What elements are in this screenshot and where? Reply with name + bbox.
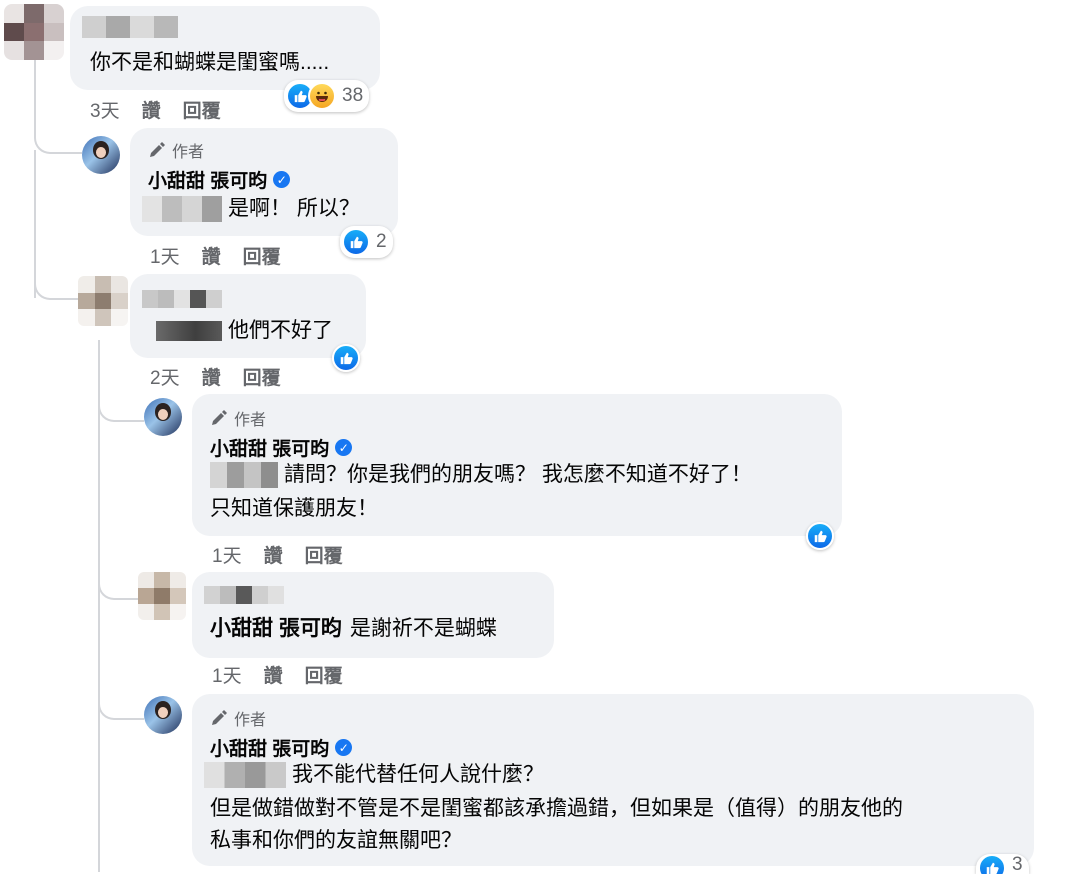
reply-button[interactable]: 回覆 — [183, 96, 221, 123]
comment-actions: 3天 讚 回覆 — [90, 96, 221, 123]
blurred-mention — [142, 195, 222, 222]
comment-text: 是啊！ 所以？ — [228, 197, 360, 220]
comment-bubble: 作者 小甜甜 張可昀 ✓ 我不能代替任何人說什麼？ 但是做錯做對不管是不是閨蜜都… — [192, 694, 1034, 866]
comment-text-row: 小甜甜 張可昀 是謝祈不是蝴蝶 — [210, 612, 497, 645]
comment-bubble: 你不是和蝴蝶是閨蜜嗎..... — [70, 6, 380, 90]
commenter-name[interactable]: 小甜甜 張可昀 ✓ — [210, 734, 353, 761]
thread-connector — [98, 680, 144, 720]
thread-line — [98, 340, 100, 872]
comment-text: 是謝祈不是蝴蝶 — [349, 617, 497, 640]
reply-button[interactable]: 回覆 — [243, 363, 281, 390]
like-button[interactable]: 讚 — [264, 661, 283, 688]
thread-connector — [98, 560, 138, 600]
timestamp[interactable]: 1天 — [212, 541, 242, 568]
reaction-summary[interactable] — [806, 522, 834, 550]
author-badge: 作者 — [210, 706, 266, 730]
verified-badge-icon: ✓ — [335, 439, 353, 456]
reaction-summary[interactable]: 2 — [340, 226, 393, 258]
blurred-name — [204, 586, 284, 604]
like-button[interactable]: 讚 — [142, 96, 161, 123]
comment-text: 他們不好了 — [228, 319, 333, 342]
comment-text: 但是做錯做對不管是不是閨蜜都該承擔過錯，但如果是（值得）的朋友他的 — [210, 797, 903, 820]
haha-icon — [308, 82, 336, 110]
commenter-name[interactable]: 小甜甜 張可昀 ✓ — [148, 166, 291, 193]
like-icon — [342, 228, 370, 256]
comment-text: 你不是和蝴蝶是閨蜜嗎..... — [90, 51, 330, 74]
blurred-name — [82, 16, 178, 38]
mention-link[interactable]: 小甜甜 張可昀 — [210, 612, 342, 645]
comment-text: 請問？你是我們的朋友嗎？ 我怎麼不知道不好了！ — [284, 463, 752, 486]
comment-text-row: 請問？你是我們的朋友嗎？ 我怎麼不知道不好了！ — [210, 458, 752, 491]
like-button[interactable]: 讚 — [264, 541, 283, 568]
reaction-summary[interactable] — [332, 344, 360, 372]
pencil-icon — [150, 142, 165, 157]
blurred-mention — [156, 320, 222, 341]
blurred-mention — [204, 761, 286, 788]
pencil-icon — [212, 710, 227, 725]
author-avatar[interactable] — [144, 696, 182, 734]
verified-badge-icon: ✓ — [335, 739, 353, 756]
timestamp[interactable]: 2天 — [150, 363, 180, 390]
comment-actions: 1天 讚 回覆 — [150, 242, 281, 269]
pencil-icon — [212, 410, 227, 425]
comment-text: 只知道保護朋友！ — [210, 497, 378, 520]
comment-text-row: 我不能代替任何人說什麼？ — [204, 758, 544, 791]
reaction-count: 3 — [1012, 854, 1023, 874]
reaction-summary[interactable]: 38 — [284, 80, 370, 112]
reply-button[interactable]: 回覆 — [305, 661, 343, 688]
comment-text-row: 他們不好了 — [156, 314, 333, 347]
reaction-count: 38 — [342, 85, 364, 106]
like-icon — [806, 522, 834, 550]
comment-actions: 1天 讚 回覆 — [212, 661, 343, 688]
like-icon — [332, 344, 360, 372]
like-icon — [978, 854, 1006, 874]
timestamp[interactable]: 1天 — [212, 661, 242, 688]
comment-bubble: 他們不好了 — [130, 274, 366, 358]
like-button[interactable]: 讚 — [202, 242, 221, 269]
comment-bubble: 作者 小甜甜 張可昀 ✓ 是啊！ 所以？ — [130, 128, 398, 236]
avatar[interactable] — [78, 276, 128, 326]
timestamp[interactable]: 1天 — [150, 242, 180, 269]
reply-button[interactable]: 回覆 — [305, 541, 343, 568]
timestamp[interactable]: 3天 — [90, 96, 120, 123]
comment-bubble: 作者 小甜甜 張可昀 ✓ 請問？你是我們的朋友嗎？ 我怎麼不知道不好了！ 只知道… — [192, 394, 842, 536]
comment-text: 私事和你們的友誼無關吧？ — [210, 829, 462, 852]
reaction-summary[interactable]: 3 — [976, 854, 1029, 874]
thread-connector — [34, 250, 80, 300]
comment-text: 我不能代替任何人說什麼？ — [292, 763, 544, 786]
reaction-count: 2 — [376, 231, 387, 252]
blurred-mention — [210, 461, 278, 488]
avatar[interactable] — [4, 4, 64, 60]
author-badge: 作者 — [210, 406, 266, 430]
comment-text-row: 是啊！ 所以？ — [142, 192, 360, 225]
comment-actions: 2天 讚 回覆 — [150, 363, 281, 390]
author-avatar[interactable] — [144, 398, 182, 436]
thread-connector — [98, 380, 144, 422]
author-badge: 作者 — [148, 138, 204, 162]
avatar[interactable] — [138, 572, 186, 620]
verified-badge-icon: ✓ — [273, 171, 291, 188]
commenter-name[interactable]: 小甜甜 張可昀 ✓ — [210, 434, 353, 461]
author-avatar[interactable] — [82, 136, 120, 174]
comment-bubble: 小甜甜 張可昀 是謝祈不是蝴蝶 — [192, 572, 554, 658]
comment-actions: 1天 讚 回覆 — [212, 541, 343, 568]
reply-button[interactable]: 回覆 — [243, 242, 281, 269]
like-button[interactable]: 讚 — [202, 363, 221, 390]
blurred-name — [142, 290, 222, 308]
